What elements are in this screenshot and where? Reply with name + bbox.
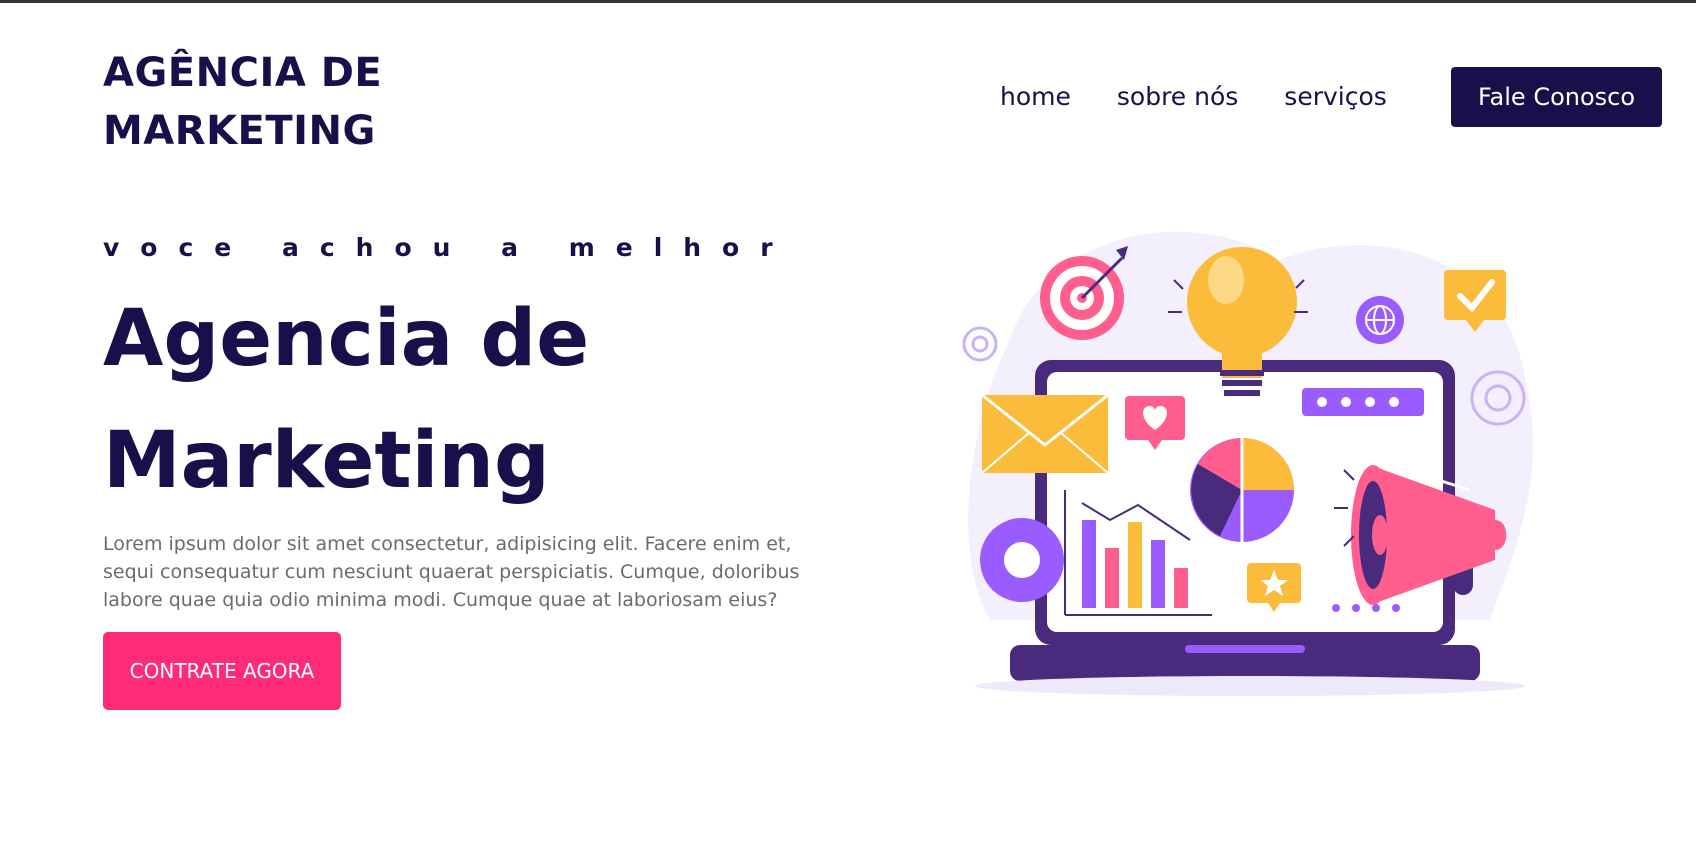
nav-about[interactable]: sobre nós [1117,82,1238,111]
hero-title: Agencia de Marketing [103,278,589,522]
hire-now-button[interactable]: CONTRATE AGORA [103,632,341,710]
brand-line-1: AGÊNCIA DE [103,50,383,96]
mail-icon [981,393,1109,474]
password-field-icon [1302,388,1424,416]
contact-button[interactable]: Fale Conosco [1451,67,1662,127]
laptop-shadow [975,676,1525,696]
marketing-illustration [962,231,1533,696]
main-nav: home sobre nós serviços [1000,82,1387,111]
hero-title-line-1: Agencia de [103,294,590,384]
hero-eyebrow: voce achou a melhor [103,233,794,262]
pie-chart-icon [1190,438,1294,542]
globe-icon [1356,296,1404,344]
gear-icon-left [962,326,998,362]
gear-icon-large [980,518,1064,602]
nav-services[interactable]: serviços [1284,82,1387,111]
hero-description: Lorem ipsum dolor sit amet consectetur, … [103,533,800,611]
brand-logo[interactable]: AGÊNCIA DE MARKETING [103,44,382,160]
brand-line-2: MARKETING [103,108,376,154]
nav-home[interactable]: home [1000,82,1071,111]
top-border [0,0,1696,3]
hero-title-line-2: Marketing [103,416,550,506]
laptop-touchpad [1185,645,1305,653]
